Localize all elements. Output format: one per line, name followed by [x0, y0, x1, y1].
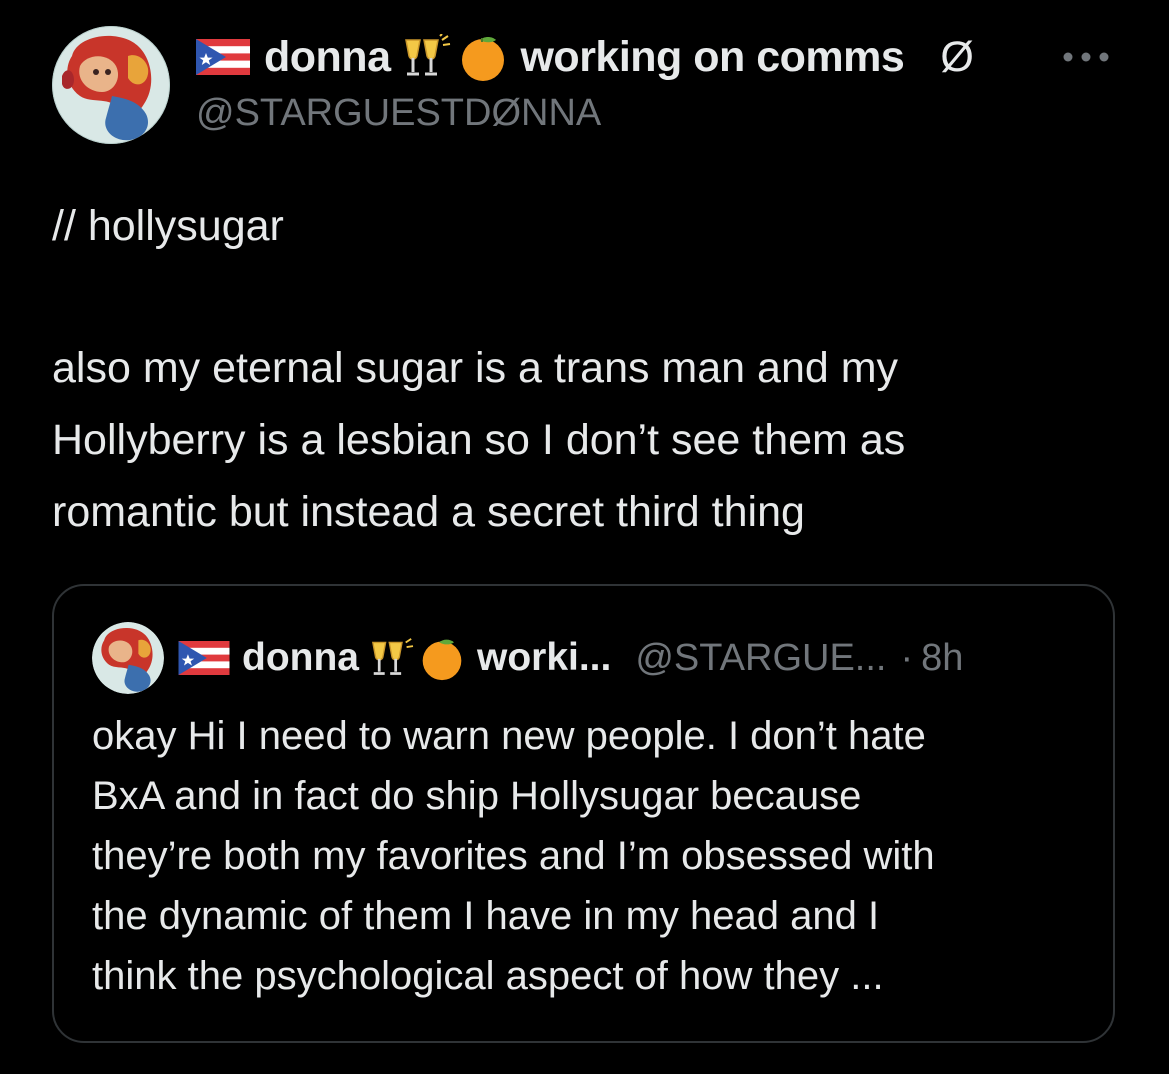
quoted-tweet-card[interactable]: donna worki... @STARGUE... · 8h okay Hi …	[52, 584, 1115, 1043]
separator-dot: ·	[900, 636, 914, 679]
orange-icon	[419, 635, 465, 681]
author-status-name[interactable]: working on comms	[520, 33, 904, 82]
name-symbol: Ø	[940, 32, 974, 81]
quoted-tweet-text: okay Hi I need to warn new people. I don…	[92, 714, 935, 998]
author-header: donna working on comms Ø	[196, 28, 974, 86]
puerto-rico-flag-icon	[178, 641, 230, 675]
quoted-tweet-time[interactable]: 8h	[921, 637, 963, 680]
more-options-icon[interactable]	[1060, 50, 1116, 64]
author-avatar[interactable]	[52, 26, 170, 144]
author-display-name[interactable]: donna	[264, 33, 391, 82]
champagne-cheers-icon	[369, 637, 415, 679]
tweet-text-body: also my eternal sugar is a trans man and…	[52, 344, 906, 536]
quoted-author-handle: @STARGUE...	[635, 636, 887, 679]
orange-icon	[458, 32, 508, 82]
quoted-author-status: worki...	[476, 636, 612, 679]
puerto-rico-flag-icon	[196, 39, 250, 75]
quoted-author-avatar	[92, 622, 164, 694]
quoted-tweet-header: donna worki... @STARGUE... · 8h	[178, 630, 963, 686]
champagne-cheers-icon	[402, 34, 452, 80]
author-handle[interactable]: @STARGUESTDØNNA	[196, 92, 601, 135]
quoted-author-name: donna	[242, 636, 359, 679]
tweet-text-line: // hollysugar	[52, 202, 284, 250]
